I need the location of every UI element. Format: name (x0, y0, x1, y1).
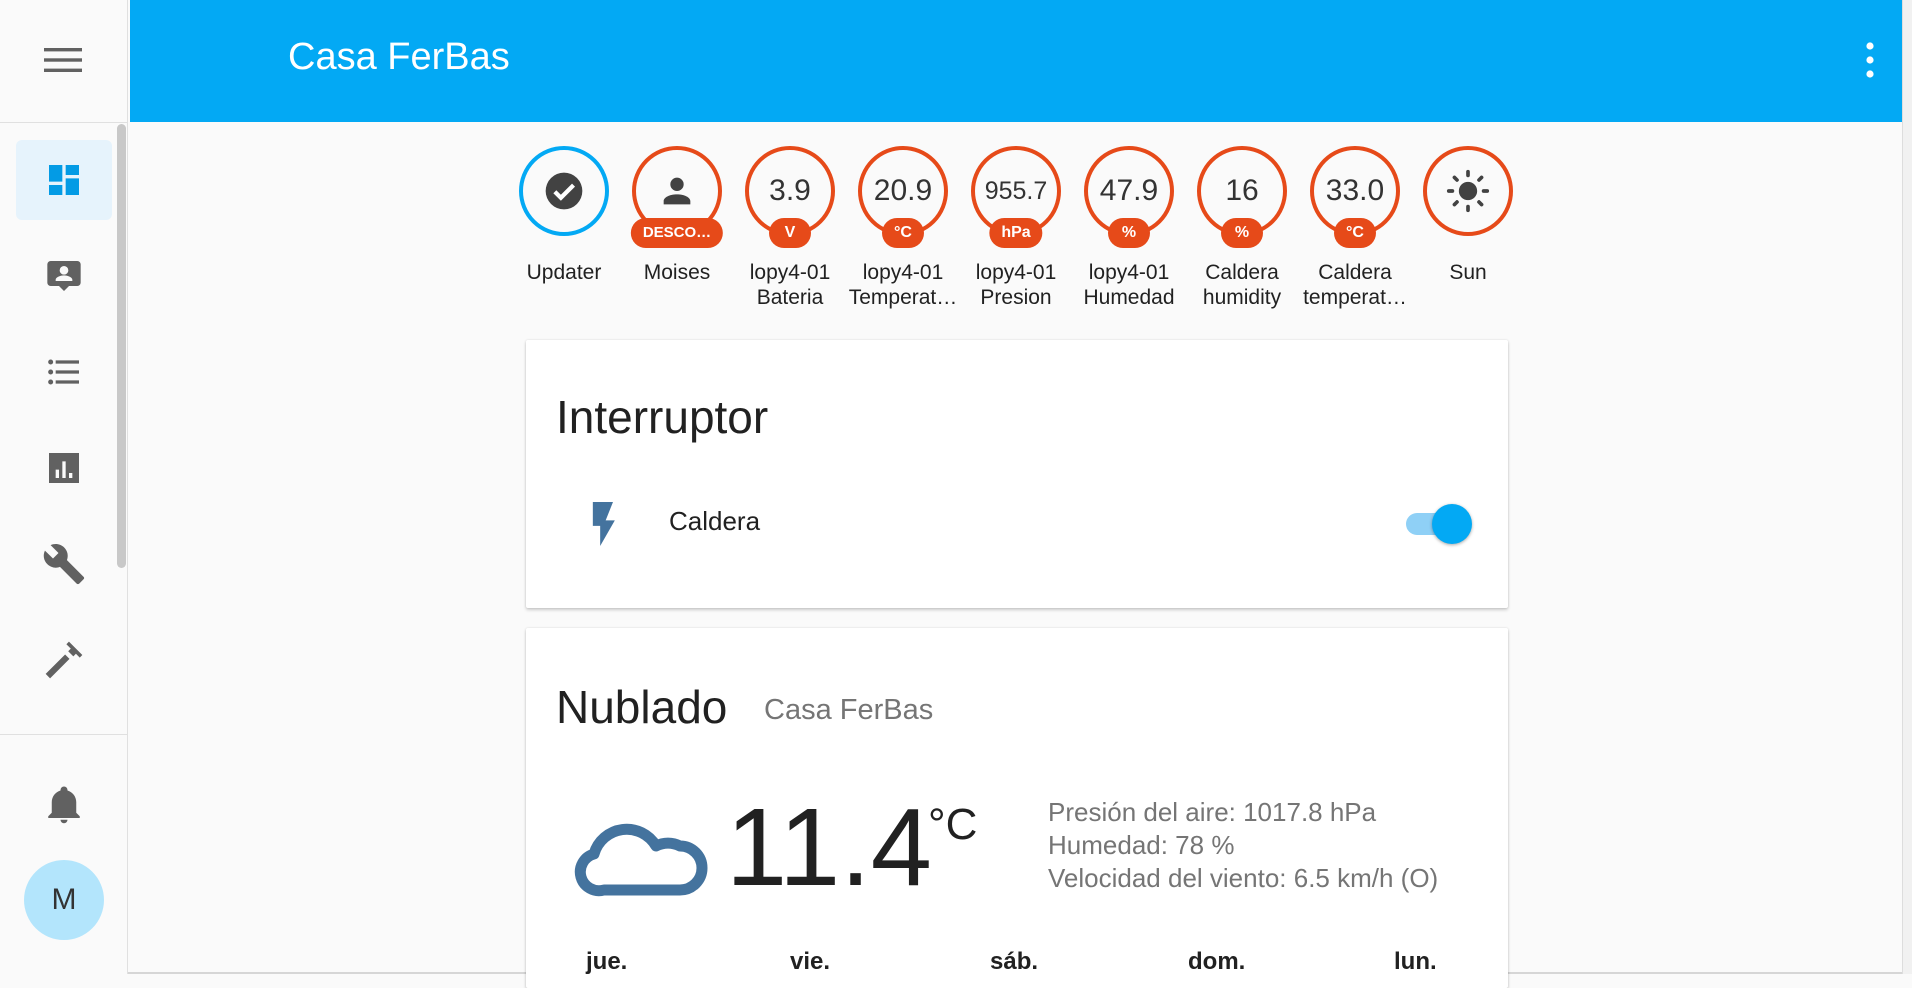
chart-bar-icon (49, 453, 79, 483)
weather-condition: Nublado (556, 681, 728, 733)
badge-circle: 20.9 °C (858, 146, 948, 248)
badge-label-2: Humedad (1083, 286, 1175, 309)
toggle-knob (1432, 504, 1472, 544)
weather-temperature-unit: °C (928, 800, 978, 849)
avatar[interactable]: M (24, 860, 104, 940)
cloud-icon (574, 823, 708, 897)
weather-humidity: Humedad: 78 % (1048, 830, 1235, 860)
weather-card[interactable]: Nublado Casa FerBas 11.4 °C Presión del … (526, 628, 1508, 988)
badge-unit: °C (1334, 218, 1376, 248)
forecast-day: lun. (1394, 948, 1437, 975)
badge-label: lopy4-01 (975, 261, 1057, 284)
weather-pressure: Presión del aire: 1017.8 hPa (1048, 797, 1377, 827)
flash-icon (592, 502, 615, 546)
weather-location: Casa FerBas (764, 694, 934, 726)
badge-label: Caldera (1205, 261, 1279, 284)
badge-circle: 47.9 % (1084, 146, 1174, 248)
badge-circle (1423, 146, 1513, 236)
page-title: Casa FerBas (288, 36, 510, 78)
menu-icon[interactable] (44, 46, 82, 74)
badge-lopy4-presion[interactable]: 955.7 hPa lopy4-01 Presion (961, 146, 1071, 310)
badge-circle: 955.7 hPa (971, 146, 1061, 248)
badge-circle: DESCO… (630, 146, 724, 248)
forecast-day: dom. (1188, 948, 1246, 975)
badge-value: 20.9 (873, 174, 933, 207)
badge-moises[interactable]: DESCO… Moises (622, 146, 732, 285)
badge-unit: % (1108, 218, 1150, 248)
weather-temperature: 11.4 (726, 786, 932, 909)
badge-circle: 3.9 V (745, 146, 835, 248)
badge-label: Sun (1449, 261, 1487, 284)
badge-label: lopy4-01 (1088, 261, 1170, 284)
badge-value: 3.9 (769, 174, 811, 207)
sidebar-item-configuration[interactable] (16, 524, 112, 604)
badge-value: 33.0 (1325, 174, 1385, 207)
badge-label: lopy4-01 (749, 261, 831, 284)
badge-label-2: Temperat… (848, 286, 958, 309)
badge-label-2: humidity (1202, 286, 1282, 309)
account-icon (663, 177, 691, 205)
top-app-bar: Casa FerBas (130, 0, 1902, 122)
hammer-icon (45, 641, 83, 679)
badge-unit: °C (882, 218, 924, 248)
card-title: Interruptor (556, 391, 769, 443)
forecast-day: vie. (790, 948, 831, 975)
sidebar-item-logbook[interactable] (16, 332, 112, 412)
badge-label-2: temperat… (1303, 286, 1407, 309)
badge-lopy4-bateria[interactable]: 3.9 V lopy4-01 Bateria (735, 146, 845, 310)
sidebar-item-developer-tools[interactable] (16, 620, 112, 700)
badge-caldera-temperature[interactable]: 33.0 °C Caldera temperat… (1300, 146, 1410, 310)
badge-label: Caldera (1318, 261, 1392, 284)
badge-value: 47.9 (1099, 174, 1159, 207)
list-icon (48, 359, 79, 385)
badge-lopy4-humedad[interactable]: 47.9 % lopy4-01 Humedad (1074, 146, 1184, 310)
forecast-day: sáb. (990, 948, 1039, 975)
sidebar-divider (0, 734, 128, 735)
badge-updater[interactable]: Updater (509, 146, 619, 285)
badge-unit: DESCO… (630, 218, 724, 248)
more-vertical-icon[interactable] (1864, 40, 1876, 80)
badge-circle (519, 146, 609, 236)
weather-attributes: Presión del aire: 1017.8 hPa Humedad: 78… (1048, 796, 1438, 895)
avatar-initial: M (51, 883, 77, 916)
entity-name-caldera[interactable]: Caldera (669, 506, 760, 537)
sidebar-item-notifications[interactable] (16, 764, 112, 844)
badge-sun[interactable]: Sun (1413, 146, 1523, 285)
badge-unit: hPa (989, 218, 1043, 248)
weather-wind: Velocidad del viento: 6.5 km/h (O) (1048, 863, 1439, 893)
badge-caldera-humidity[interactable]: 16 % Caldera humidity (1187, 146, 1297, 310)
sidebar-item-history[interactable] (16, 428, 112, 508)
badge-unit: % (1221, 218, 1263, 248)
badge-lopy4-temperatura[interactable]: 20.9 °C lopy4-01 Temperat… (848, 146, 958, 310)
wrench-icon (43, 544, 85, 585)
badge-circle: 16 % (1197, 146, 1287, 248)
badge-label-2: Bateria (756, 286, 824, 309)
caldera-toggle-switch[interactable] (1402, 502, 1478, 546)
sidebar-header (0, 0, 127, 123)
entities-card-interruptor: Interruptor Caldera (526, 340, 1508, 608)
badge-circle: 33.0 °C (1310, 146, 1400, 248)
badges-row: Updater DESCO… Moises 3.9 V lopy4-01 Bat… (0, 146, 1912, 316)
badge-value: 955.7 (984, 176, 1048, 205)
badge-value: 16 (1225, 174, 1259, 207)
badge-label-2: Presion (980, 286, 1052, 309)
sun-icon (1446, 169, 1490, 213)
bell-icon (48, 786, 80, 824)
badge-label: lopy4-01 (862, 261, 944, 284)
forecast-day: jue. (586, 948, 628, 975)
badge-label: Updater (526, 261, 602, 284)
check-circle-icon (545, 172, 583, 210)
badge-label: Moises (643, 261, 711, 284)
badge-unit: V (769, 218, 811, 248)
